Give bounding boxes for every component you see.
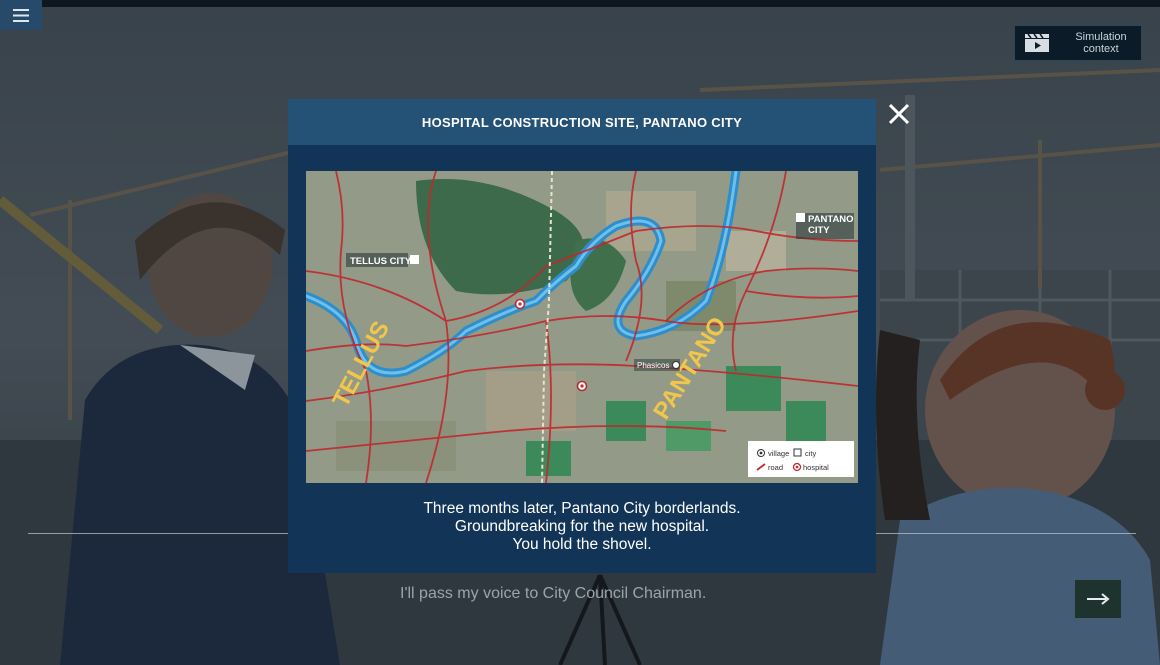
top-bar: [0, 0, 1160, 7]
close-modal-button[interactable]: [884, 99, 914, 129]
legend-road-label: road: [768, 463, 783, 472]
modal-title: HOSPITAL CONSTRUCTION SITE, PANTANO CITY: [421, 114, 743, 130]
legend-city-label: city: [805, 449, 817, 458]
close-x-icon: [888, 103, 910, 125]
legend-hospital-label: hospital: [803, 463, 829, 472]
caption-line: You hold the shovel.: [512, 536, 652, 553]
legend-village-label: village: [768, 449, 789, 458]
dialogue-text: I'll pass my voice to City Council Chair…: [400, 585, 707, 602]
map-legend: village city road hospital: [748, 441, 854, 477]
region-map: TELLUS PANTANO TELLUS CITY PANTANO CITY …: [306, 171, 858, 483]
hamburger-menu-icon: [13, 8, 29, 22]
modal-header: HOSPITAL CONSTRUCTION SITE, PANTANO CITY: [288, 99, 876, 145]
map-city-label-pantano-2: CITY: [808, 225, 830, 236]
simulation-context-label: Simulation context: [1075, 31, 1127, 55]
simulation-context-button[interactable]: Simulation context: [1014, 25, 1142, 61]
next-button[interactable]: [1075, 580, 1121, 618]
modal-caption: Three months later, Pantano City borderl…: [288, 500, 876, 554]
menu-button[interactable]: [0, 0, 42, 30]
map-city-label-pantano: PANTANO: [808, 214, 854, 225]
map-village-label: Phasicos: [637, 361, 669, 370]
map-city-label-tellus: TELLUS CITY: [350, 256, 412, 267]
caption-line: Three months later, Pantano City borderl…: [423, 500, 741, 517]
clapperboard-play-icon: [1025, 33, 1049, 52]
arrow-right-icon: [1087, 593, 1110, 605]
caption-line: Groundbreaking for the new hospital.: [454, 518, 710, 535]
scenario-modal: HOSPITAL CONSTRUCTION SITE, PANTANO CITY: [288, 99, 876, 573]
